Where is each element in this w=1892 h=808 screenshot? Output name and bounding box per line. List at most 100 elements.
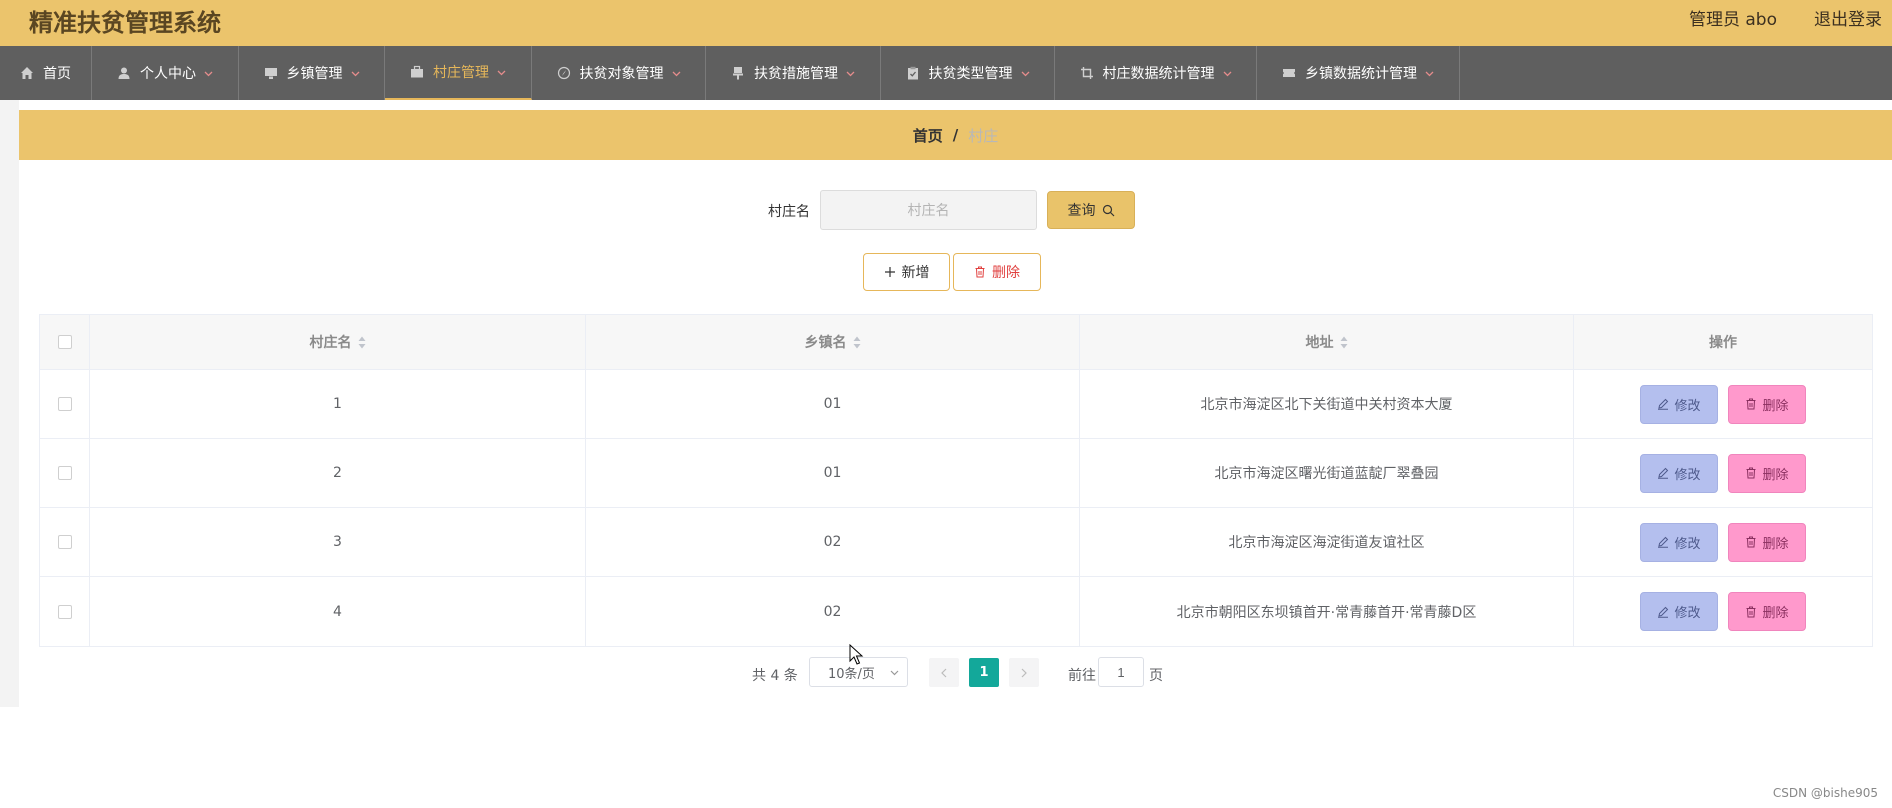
edit-button-label: 修改 bbox=[1674, 398, 1701, 414]
nav-item-poverty-target-management[interactable]: 扶贫对象管理 bbox=[532, 46, 706, 100]
sort-icon[interactable] bbox=[853, 336, 861, 349]
address-cell: 北京市朝阳区东坝镇首开·常青藤首开·常青藤D区 bbox=[1080, 577, 1574, 646]
delete-button[interactable]: 删除 bbox=[1728, 592, 1806, 631]
row-checkbox[interactable] bbox=[57, 535, 72, 549]
row-checkbox[interactable] bbox=[57, 604, 72, 619]
nav-label: 村庄数据统计管理 bbox=[1102, 66, 1215, 82]
table-row: 1 01 北京市海淀区北下关街道中关村资本大厦 修改 删除 bbox=[40, 370, 1872, 439]
nav-label: 扶贫措施管理 bbox=[754, 66, 838, 82]
address-cell: 北京市海淀区北下关街道中关村资本大厦 bbox=[1080, 370, 1574, 438]
compass-icon bbox=[557, 66, 571, 80]
edit-button[interactable]: 修改 bbox=[1640, 592, 1718, 631]
briefcase-icon bbox=[410, 65, 424, 79]
table-header-row: 村庄名 乡镇名 地址 操作 bbox=[40, 315, 1872, 370]
chevron-down-icon bbox=[672, 69, 681, 78]
delete-button-label: 删除 bbox=[1762, 606, 1789, 621]
chevron-down-icon bbox=[351, 69, 360, 78]
query-button[interactable]: 查询 bbox=[1047, 191, 1135, 229]
sort-icon[interactable] bbox=[358, 336, 366, 349]
next-page-button[interactable] bbox=[1009, 658, 1039, 687]
actions-cell: 修改 删除 bbox=[1574, 439, 1872, 507]
breadcrumb-home-link[interactable]: 首页 bbox=[913, 125, 943, 146]
prev-page-button[interactable] bbox=[929, 658, 959, 687]
page-gutter bbox=[0, 100, 19, 707]
monitor-icon bbox=[264, 66, 278, 80]
row-checkbox[interactable] bbox=[57, 397, 72, 411]
chevron-down-icon bbox=[1223, 69, 1232, 78]
goto-page-input[interactable] bbox=[1098, 657, 1144, 687]
batch-delete-button[interactable]: 删除 bbox=[953, 253, 1041, 291]
nav-label: 扶贫类型管理 bbox=[928, 66, 1013, 82]
village-name-search-input[interactable] bbox=[820, 190, 1037, 230]
page-number-button[interactable]: 1 bbox=[969, 658, 999, 687]
row-select-cell bbox=[40, 370, 90, 438]
nav-item-home[interactable]: 首页 bbox=[0, 46, 92, 100]
batch-delete-label: 删除 bbox=[992, 265, 1020, 281]
nav-label: 个人中心 bbox=[140, 66, 196, 82]
nav-item-town-statistics-management[interactable]: 乡镇数据统计管理 bbox=[1257, 46, 1460, 100]
edit-button[interactable]: 修改 bbox=[1640, 384, 1718, 424]
table-row: 4 02 北京市朝阳区东坝镇首开·常青藤首开·常青藤D区 修改 删除 bbox=[40, 577, 1872, 646]
trash-icon bbox=[1746, 606, 1756, 617]
edit-icon bbox=[1658, 536, 1669, 548]
column-header-label: 操作 bbox=[1709, 335, 1737, 351]
nav-label: 村庄管理 bbox=[433, 65, 489, 81]
column-header-actions: 操作 bbox=[1574, 315, 1872, 369]
delete-button[interactable]: 删除 bbox=[1728, 522, 1806, 562]
pagination: 共 4 条 10条/页 1 前往 页 bbox=[0, 656, 1892, 690]
nav-label: 首页 bbox=[43, 66, 71, 82]
chevron-down-icon bbox=[204, 69, 213, 78]
search-icon bbox=[1102, 204, 1114, 216]
nav-item-poverty-measures-management[interactable]: 扶贫措施管理 bbox=[706, 46, 881, 100]
column-header-label: 地址 bbox=[1305, 335, 1334, 351]
row-checkbox[interactable] bbox=[57, 466, 72, 480]
sort-icon[interactable] bbox=[1340, 336, 1348, 349]
chevron-left-icon bbox=[941, 668, 947, 677]
select-all-cell bbox=[40, 315, 90, 369]
delete-button[interactable]: 删除 bbox=[1728, 453, 1806, 493]
trash-icon bbox=[1746, 398, 1756, 410]
edit-button[interactable]: 修改 bbox=[1640, 522, 1718, 562]
nav-label: 乡镇数据统计管理 bbox=[1305, 66, 1417, 82]
village-cell: 1 bbox=[90, 370, 586, 438]
logout-link[interactable]: 退出登录 bbox=[1814, 5, 1882, 30]
user-icon bbox=[117, 66, 131, 80]
nav-item-poverty-type-management[interactable]: 扶贫类型管理 bbox=[881, 46, 1055, 100]
main-nav: 首页 个人中心 乡镇管理 村庄管理 扶贫对象管理 扶贫措施管理 扶贫类型管理 村… bbox=[0, 46, 1892, 100]
add-button[interactable]: 新增 bbox=[863, 253, 950, 291]
edit-icon bbox=[1658, 606, 1669, 618]
actions-cell: 修改 删除 bbox=[1574, 508, 1872, 576]
nav-label: 扶贫对象管理 bbox=[579, 66, 664, 82]
pagination-total: 共 4 条 bbox=[752, 668, 798, 684]
column-header-label: 乡镇名 bbox=[804, 335, 847, 351]
goto-suffix: 页 bbox=[1149, 668, 1163, 684]
chevron-down-icon bbox=[497, 68, 506, 77]
mouse-cursor-icon bbox=[849, 644, 864, 665]
crop-icon bbox=[1080, 66, 1094, 80]
delete-button[interactable]: 删除 bbox=[1728, 384, 1806, 424]
trash-icon bbox=[975, 266, 985, 278]
row-select-cell bbox=[40, 508, 90, 576]
edit-icon bbox=[1658, 398, 1669, 410]
column-header-town[interactable]: 乡镇名 bbox=[586, 315, 1080, 369]
nav-item-village-management[interactable]: 村庄管理 bbox=[385, 46, 532, 100]
select-all-checkbox[interactable] bbox=[57, 335, 72, 349]
column-header-village[interactable]: 村庄名 bbox=[90, 315, 586, 369]
watermark: CSDN @bishe905 bbox=[1772, 786, 1878, 800]
actions-cell: 修改 删除 bbox=[1574, 370, 1872, 438]
ticket-icon bbox=[1282, 66, 1296, 80]
query-button-label: 查询 bbox=[1067, 203, 1096, 219]
app-title: 精准扶贫管理系统 bbox=[29, 9, 221, 37]
nav-item-town-management[interactable]: 乡镇管理 bbox=[239, 46, 385, 100]
address-cell: 北京市海淀区曙光街道蓝靛厂翠叠园 bbox=[1080, 439, 1574, 507]
nav-item-personal-center[interactable]: 个人中心 bbox=[92, 46, 239, 100]
column-header-address[interactable]: 地址 bbox=[1080, 315, 1574, 369]
chevron-right-icon bbox=[1021, 668, 1027, 677]
delete-button-label: 删除 bbox=[1762, 536, 1789, 552]
nav-item-village-statistics-management[interactable]: 村庄数据统计管理 bbox=[1055, 46, 1257, 100]
clipboard-icon bbox=[906, 66, 920, 80]
home-icon bbox=[20, 66, 34, 80]
edit-button[interactable]: 修改 bbox=[1640, 453, 1718, 493]
goto-label: 前往 bbox=[1068, 668, 1096, 684]
trash-icon bbox=[1746, 467, 1756, 479]
